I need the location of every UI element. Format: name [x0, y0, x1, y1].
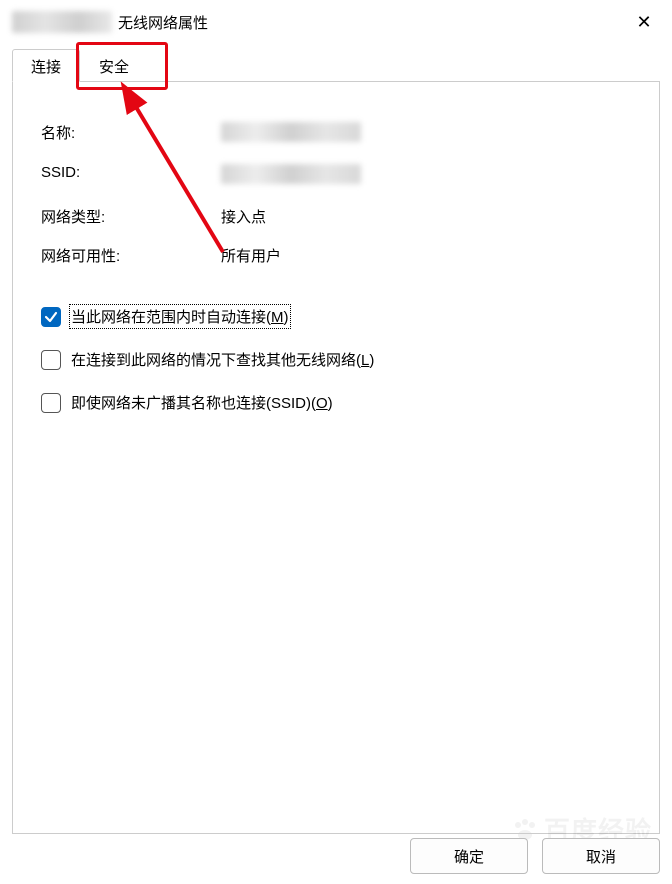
tab-security[interactable]: 安全 [80, 49, 148, 82]
checkbox-hidden-ssid-label[interactable]: 即使网络未广播其名称也连接(SSID)(O) [71, 392, 333, 413]
check-icon [44, 310, 58, 324]
checkbox-auto-connect[interactable] [41, 307, 61, 327]
checkbox-auto-connect-label[interactable]: 当此网络在范围内时自动连接(M) [71, 306, 289, 327]
value-ssid [221, 164, 631, 188]
checkbox-look-other-label[interactable]: 在连接到此网络的情况下查找其他无线网络(L) [71, 349, 374, 370]
tab-connect-label: 连接 [31, 59, 61, 76]
title-redacted [12, 11, 112, 33]
checkbox-look-other[interactable] [41, 350, 61, 370]
value-network-type: 接入点 [221, 206, 631, 227]
checkbox-look-other-row: 在连接到此网络的情况下查找其他无线网络(L) [41, 349, 631, 370]
label-ssid: SSID: [41, 164, 221, 188]
close-button[interactable]: ✕ [628, 6, 660, 38]
titlebar: 无线网络属性 ✕ [0, 0, 672, 40]
close-icon: ✕ [636, 12, 651, 33]
label-network-type: 网络类型: [41, 206, 221, 227]
tab-connect[interactable]: 连接 [12, 49, 80, 82]
cancel-button[interactable]: 取消 [542, 838, 660, 874]
value-name-redacted [221, 122, 361, 142]
checkbox-hidden-ssid-row: 即使网络未广播其名称也连接(SSID)(O) [41, 392, 631, 413]
info-grid: 名称: SSID: 网络类型: 接入点 网络可用性: 所有用户 [41, 122, 631, 266]
tab-security-label: 安全 [99, 59, 129, 76]
value-name [221, 122, 631, 146]
label-name: 名称: [41, 122, 221, 146]
title-area: 无线网络属性 [12, 11, 208, 33]
title-suffix: 无线网络属性 [118, 12, 208, 33]
label-availability: 网络可用性: [41, 245, 221, 266]
tab-content: 名称: SSID: 网络类型: 接入点 网络可用性: 所有用户 当此网络在范围内… [12, 82, 660, 834]
button-bar: 确定 取消 [410, 838, 660, 874]
ok-button[interactable]: 确定 [410, 838, 528, 874]
value-ssid-redacted [221, 164, 361, 184]
tab-strip: 连接 安全 [12, 48, 660, 82]
checkbox-auto-connect-row: 当此网络在范围内时自动连接(M) [41, 306, 631, 327]
checkbox-hidden-ssid[interactable] [41, 393, 61, 413]
value-availability: 所有用户 [221, 245, 631, 266]
